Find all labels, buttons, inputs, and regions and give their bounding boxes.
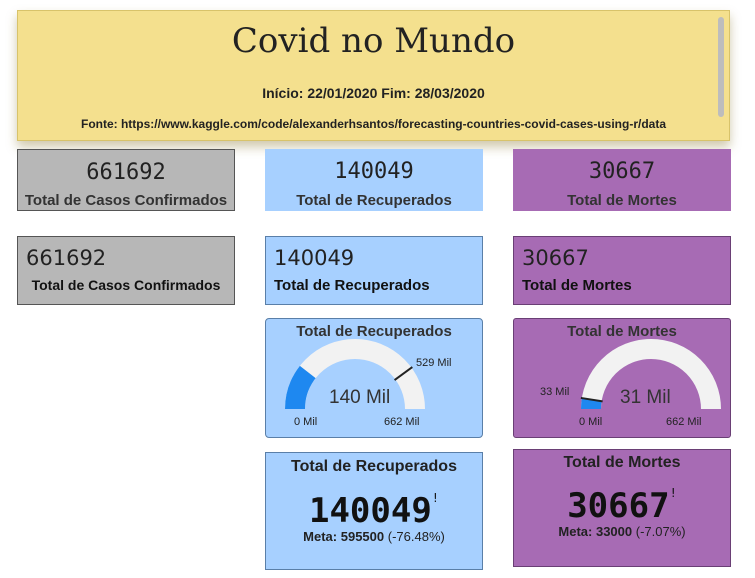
gauge-fill (285, 365, 316, 410)
kpi-goal-value: 33000 (595, 524, 633, 539)
kpi-goal-diff: (-76.48%) (387, 529, 445, 544)
gauge-min: 0 Mil (579, 416, 603, 428)
gauge-target: 33 Mil (540, 386, 570, 398)
card-value: 661692 (86, 160, 166, 185)
kpi-goal: Meta: 33000 (-7.07%) (514, 524, 730, 539)
card-recovered-top[interactable]: 140049 Total de Recuperados (265, 149, 483, 211)
kpi-deaths-card[interactable]: Total de Mortes 30667! Meta: 33000 (-7.0… (513, 449, 731, 567)
card-label: Total de Recuperados (296, 192, 452, 209)
kpi-title: Total de Recuperados (291, 458, 457, 475)
kpi-indicator: ! (431, 491, 440, 505)
card-label: Total de Casos Confirmados (31, 277, 221, 293)
source-text: Fonte: https://www.kaggle.com/code/alexa… (80, 117, 666, 131)
kpi-value-row: 140049! (266, 491, 482, 531)
card-value: 140049 (274, 246, 355, 270)
card-value: 30667 (588, 159, 656, 184)
card-deaths[interactable]: 30667 Total de Mortes (513, 236, 731, 305)
card-value: 30667 (522, 246, 589, 270)
gauge-recovered-card[interactable]: Total de Recuperados 140 Mil 0 Mil 662 M… (265, 318, 483, 438)
card-confirmed[interactable]: 661692 Total de Casos Confirmados (17, 236, 235, 305)
card-label: Total de Mortes (567, 192, 677, 209)
kpi-value-row: 30667! (514, 486, 730, 526)
card-recovered[interactable]: 140049 Total de Recuperados (265, 236, 483, 305)
card-value: 661692 (26, 246, 107, 270)
kpi-value: 30667 (567, 486, 670, 526)
gauge-value: 140 Mil (329, 387, 391, 408)
kpi-indicator: ! (669, 486, 677, 500)
gauge-min: 0 Mil (294, 416, 318, 428)
card-value: 140049 (334, 159, 414, 184)
gauge-target: 529 Mil (416, 357, 452, 369)
kpi-title: Total de Mortes (563, 454, 681, 471)
kpi-goal-value: 595500 (340, 529, 385, 544)
date-range: Início: 22/01/2020 Fim: 28/03/2020 (262, 85, 485, 101)
card-label: Total de Recuperados (274, 277, 430, 294)
scrollbar[interactable] (718, 17, 724, 117)
header-banner: Covid no Mundo Início: 22/01/2020 Fim: 2… (17, 10, 730, 141)
kpi-goal-label: Meta: (303, 529, 338, 544)
card-confirmed-top[interactable]: 661692 Total de Casos Confirmados (17, 149, 235, 211)
card-label: Total de Casos Confirmados (24, 192, 228, 209)
gauge-max: 662 Mil (384, 416, 420, 428)
card-label: Total de Mortes (522, 277, 632, 294)
gauge-value: 31 Mil (620, 387, 671, 408)
card-deaths-top[interactable]: 30667 Total de Mortes (513, 149, 731, 211)
kpi-recovered-card[interactable]: Total de Recuperados 140049! Meta: 59550… (265, 452, 483, 570)
kpi-value: 140049 (308, 491, 432, 531)
page-title: Covid no Mundo (231, 21, 516, 61)
gauge-fill (581, 398, 602, 410)
kpi-goal: Meta: 595500 (-76.48%) (266, 529, 482, 544)
gauge-max: 662 Mil (666, 416, 702, 428)
kpi-goal-diff: (-7.07%) (635, 524, 686, 539)
gauge-deaths-card[interactable]: Total de Mortes 31 Mil 0 Mil 662 Mil 33 … (513, 318, 731, 438)
kpi-goal-label: Meta: (558, 524, 593, 539)
